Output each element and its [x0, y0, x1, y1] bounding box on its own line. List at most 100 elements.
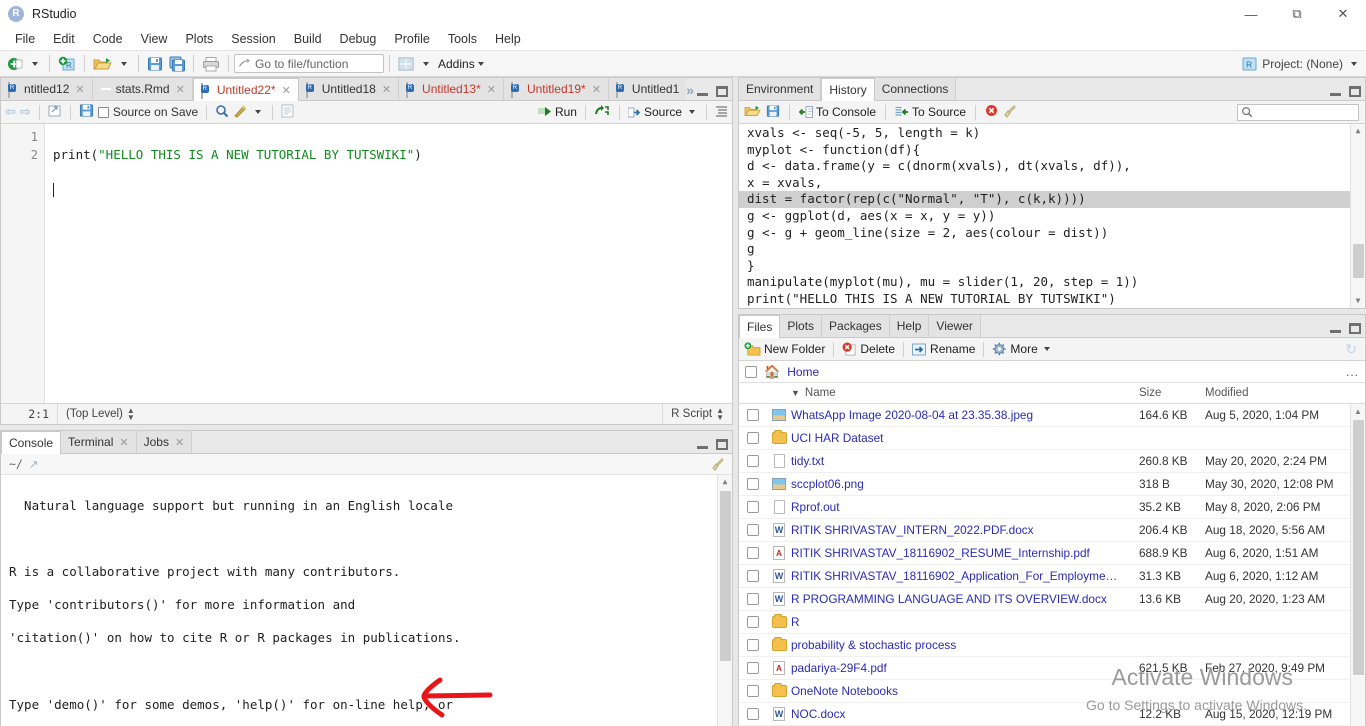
row-checkbox[interactable] [739, 501, 767, 513]
table-row[interactable]: OneNote Notebooks [739, 680, 1365, 703]
column-header-modified[interactable]: Modified [1205, 387, 1365, 399]
history-list[interactable]: xvals <- seq(-5, 5, length = k) myplot <… [739, 124, 1365, 308]
compile-report-icon[interactable] [281, 104, 294, 121]
table-row[interactable]: WhatsApp Image 2020-08-04 at 23.35.38.jp… [739, 404, 1365, 427]
history-item[interactable]: xvals <- seq(-5, 5, length = k) [739, 125, 1365, 142]
panes-icon[interactable] [395, 53, 417, 75]
maximize-pane-icon[interactable] [1349, 86, 1361, 97]
maximize-pane-icon[interactable] [716, 439, 728, 450]
new-project-button[interactable]: R [55, 53, 79, 75]
close-icon[interactable]: ✕ [1320, 0, 1366, 28]
menu-debug[interactable]: Debug [331, 30, 386, 48]
file-name[interactable]: probability & stochastic process [791, 638, 1139, 652]
new-file-button[interactable] [4, 53, 26, 75]
file-name[interactable]: sccplot06.png [791, 477, 1139, 491]
source-dropdown[interactable] [689, 110, 695, 114]
save-button[interactable] [144, 53, 166, 75]
files-scrollbar[interactable]: ▲ ▼ [1350, 404, 1365, 726]
minimize-pane-icon[interactable] [1330, 324, 1342, 334]
file-name[interactable]: OneNote Notebooks [791, 684, 1139, 698]
source-tab-1[interactable]: stats.Rmd ✕ [92, 78, 193, 100]
scroll-up-icon[interactable]: ▲ [1351, 124, 1365, 138]
menu-edit[interactable]: Edit [44, 30, 84, 48]
menu-tools[interactable]: Tools [439, 30, 486, 48]
minimize-icon[interactable]: — [1228, 0, 1274, 28]
tab-connections[interactable]: Connections [874, 78, 957, 100]
tab-plots[interactable]: Plots [780, 315, 823, 337]
save-all-button[interactable] [166, 53, 188, 75]
breadcrumb-overflow-icon[interactable]: ... [1346, 365, 1359, 379]
close-icon[interactable]: ✕ [175, 436, 184, 449]
close-icon[interactable]: ✕ [382, 83, 391, 96]
open-file-icon[interactable] [744, 104, 761, 121]
code-tools-dropdown[interactable] [255, 110, 262, 114]
file-name[interactable]: WhatsApp Image 2020-08-04 at 23.35.38.jp… [791, 408, 1139, 422]
minimize-pane-icon[interactable] [697, 440, 709, 450]
select-all-checkbox[interactable] [745, 365, 757, 378]
file-name[interactable]: R [791, 615, 1139, 629]
show-in-new-window-icon[interactable] [48, 104, 62, 120]
tab-help[interactable]: Help [889, 315, 930, 337]
panes-dropdown[interactable] [417, 53, 435, 75]
history-item-selected[interactable]: dist = factor(rep(c("Normal", "T"), c(k,… [739, 191, 1365, 208]
source-tab-overflow-icon[interactable]: » [686, 82, 694, 98]
source-editor-body[interactable]: 1 2 print("HELLO THIS IS A NEW TUTORIAL … [1, 124, 732, 403]
row-checkbox[interactable] [739, 685, 767, 697]
to-console-button[interactable]: To Console [799, 105, 876, 119]
source-tab-3[interactable]: R Untitled18 ✕ [298, 78, 400, 100]
row-checkbox[interactable] [739, 708, 767, 720]
tab-viewer[interactable]: Viewer [929, 315, 981, 337]
menu-profile[interactable]: Profile [385, 30, 438, 48]
open-file-dropdown[interactable] [115, 53, 133, 75]
menu-session[interactable]: Session [222, 30, 284, 48]
source-tab-5[interactable]: R Untitled19* ✕ [503, 78, 609, 100]
table-row[interactable]: W RITIK SHRIVASTAV_INTERN_2022.PDF.docx … [739, 519, 1365, 542]
broom-icon[interactable] [712, 457, 726, 474]
file-name[interactable]: padariya-29F4.pdf [791, 661, 1139, 675]
save-icon[interactable] [79, 103, 94, 121]
history-item[interactable]: } [739, 258, 1365, 275]
menu-help[interactable]: Help [486, 30, 530, 48]
code-text-area[interactable]: print("HELLO THIS IS A NEW TUTORIAL BY T… [45, 124, 732, 403]
menu-view[interactable]: View [132, 30, 177, 48]
history-item[interactable]: g <- ggplot(d, aes(x = x, y = y)) [739, 208, 1365, 225]
row-checkbox[interactable] [739, 524, 767, 536]
row-checkbox[interactable] [739, 409, 767, 421]
history-scrollbar[interactable]: ▲ ▼ [1350, 124, 1365, 308]
table-row[interactable]: Rprof.out 35.2 KB May 8, 2020, 2:06 PM [739, 496, 1365, 519]
close-icon[interactable]: ✕ [119, 436, 128, 449]
scope-selector[interactable]: (Top Level) ▲ ▼ [57, 403, 143, 424]
row-checkbox[interactable] [739, 570, 767, 582]
source-button[interactable]: Source [627, 105, 682, 119]
table-row[interactable]: W RITIK SHRIVASTAV_18116902_Application_… [739, 565, 1365, 588]
row-checkbox[interactable] [739, 455, 767, 467]
file-name[interactable]: RITIK SHRIVASTAV_18116902_RESUME_Interns… [791, 546, 1139, 560]
table-row[interactable]: W R PROGRAMMING LANGUAGE AND ITS OVERVIE… [739, 588, 1365, 611]
goto-file-function-input[interactable]: Go to file/function [234, 54, 384, 73]
tab-console[interactable]: Console [1, 431, 62, 454]
tab-environment[interactable]: Environment [739, 78, 822, 100]
row-checkbox[interactable] [739, 593, 767, 605]
history-item[interactable]: print("HELLO THIS IS A NEW TUTORIAL BY T… [739, 291, 1365, 308]
column-header-size[interactable]: Size [1139, 387, 1205, 399]
scroll-down-icon[interactable]: ▼ [1351, 294, 1365, 308]
tab-files[interactable]: Files [739, 315, 781, 338]
remove-icon[interactable] [985, 104, 999, 121]
close-icon[interactable]: ✕ [592, 83, 601, 96]
menu-code[interactable]: Code [84, 30, 132, 48]
scrollbar-thumb[interactable] [720, 491, 731, 661]
tab-jobs[interactable]: Jobs ✕ [136, 431, 193, 453]
new-folder-button[interactable]: New Folder [744, 342, 825, 356]
new-file-dropdown[interactable] [26, 53, 44, 75]
menu-build[interactable]: Build [285, 30, 331, 48]
history-item[interactable]: manipulate(myplot(mu), mu = slider(1, 20… [739, 274, 1365, 291]
table-row[interactable]: tidy.txt 260.8 KB May 20, 2020, 2:24 PM [739, 450, 1365, 473]
file-name[interactable]: Rprof.out [791, 500, 1139, 514]
breadcrumb[interactable]: Home [787, 365, 819, 379]
table-row[interactable]: A RITIK SHRIVASTAV_18116902_RESUME_Inter… [739, 542, 1365, 565]
maximize-pane-icon[interactable] [1349, 323, 1361, 334]
rename-button[interactable]: Rename [912, 342, 975, 356]
column-header-name[interactable]: ▼ Name [791, 387, 1139, 399]
table-row[interactable]: sccplot06.png 318 B May 30, 2020, 12:08 … [739, 473, 1365, 496]
open-file-button[interactable] [90, 53, 115, 75]
